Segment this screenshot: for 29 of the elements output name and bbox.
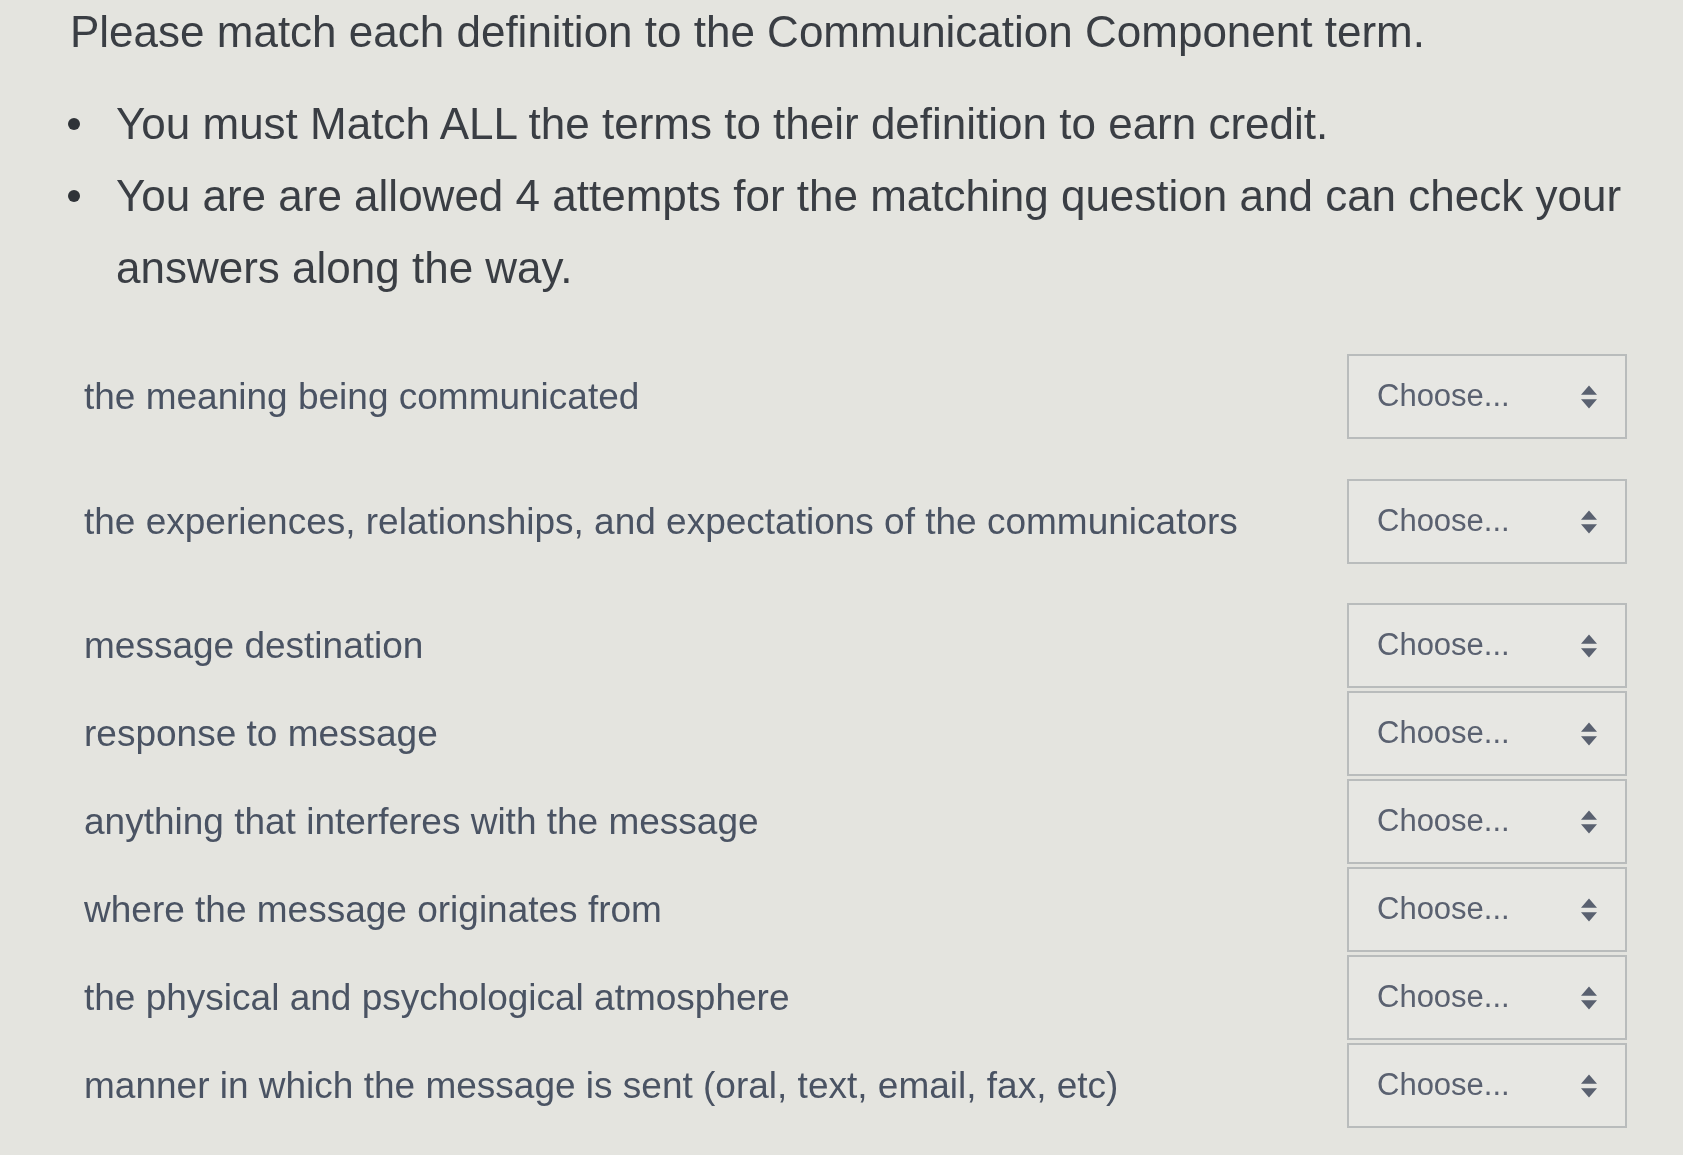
instruction-text: You are are allowed 4 attempts for the matching question and can check your answers along the way. (116, 170, 1623, 294)
definition-text: the experiences, relationships, and expectations of the communicators (84, 499, 1238, 544)
dropdown-select[interactable]: Choose... (1347, 1043, 1627, 1128)
dropdown-select[interactable]: Choose... (1347, 779, 1627, 864)
definition-text: the meaning being communicated (84, 374, 640, 419)
bullet-icon (68, 118, 80, 130)
sort-arrows-icon (1581, 985, 1597, 1010)
sort-arrows-icon (1581, 809, 1597, 834)
sort-arrows-icon (1581, 721, 1597, 746)
bullet-icon (68, 190, 80, 202)
definition-text: message destination (84, 623, 424, 668)
dropdown-select[interactable]: Choose... (1347, 479, 1627, 564)
definition-text: response to message (84, 711, 438, 756)
instruction-text: You must Match ALL the terms to their definition to earn credit. (116, 98, 1330, 150)
definition-text: anything that interferes with the message (84, 799, 759, 844)
definition-text: manner in which the message is sent (oral, text, email, fax, etc) (84, 1063, 1119, 1108)
sort-arrows-icon (1581, 1073, 1597, 1098)
dropdown-select[interactable]: Choose... (1347, 955, 1627, 1040)
definition-text: where the message originates from (84, 887, 662, 932)
sort-arrows-icon (1581, 633, 1597, 658)
dropdown-select[interactable]: Choose... (1347, 354, 1627, 439)
sort-arrows-icon (1581, 384, 1597, 409)
sort-arrows-icon (1581, 897, 1597, 922)
dropdown-select[interactable]: Choose... (1347, 867, 1627, 952)
definition-text: the physical and psychological atmosphere (84, 975, 790, 1020)
dropdown-select[interactable]: Choose... (1347, 691, 1627, 776)
dropdown-select[interactable]: Choose... (1347, 603, 1627, 688)
sort-arrows-icon (1581, 509, 1597, 534)
question-title: Please match each definition to the Communication Component term. (70, 6, 1425, 58)
